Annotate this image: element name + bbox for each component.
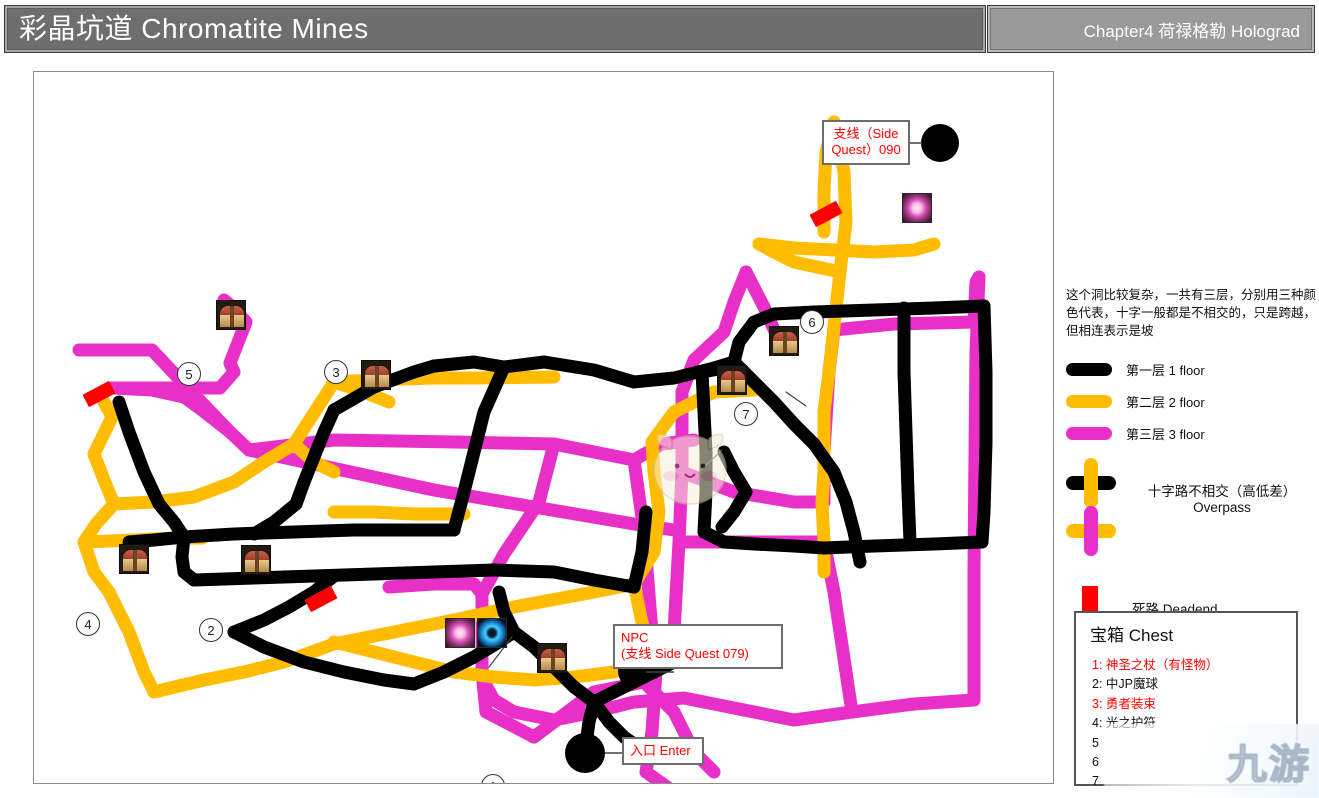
chest-marker-4[interactable] [119, 544, 149, 574]
floor3-label: 第三层 3 floor [1126, 426, 1205, 442]
legend-item-overpass: 十字路不相交（高低差） Overpass [1066, 458, 1316, 568]
legend-panel: 这个洞比较复杂，一共有三层，分别用三种颜色代表，十字一般都是不相交的，只是跨越，… [1066, 286, 1316, 634]
page-root: 彩晶坑道 Chromatite Mines Chapter4 荷禄格勒 Holo… [0, 0, 1319, 798]
callout-side-quest-090[interactable]: 支线（Side Quest）090 [822, 120, 910, 165]
portal-item-icon[interactable] [477, 618, 507, 648]
chapter-bar: Chapter4 荷禄格勒 Holograd [987, 5, 1315, 53]
page-title: 彩晶坑道 Chromatite Mines [19, 13, 369, 44]
chest-list-item-5: 5 [1092, 735, 1099, 750]
legend-item-floor3: 第三层 3 floor [1066, 418, 1316, 448]
map-paths [72, 115, 993, 783]
chest-list-item-1: 1: 神圣之杖（有怪物） [1092, 658, 1219, 672]
chest-marker-3[interactable] [361, 360, 391, 390]
overpass-label-cn: 十字路不相交（高低差） [1147, 484, 1297, 500]
marker-circle-2[interactable]: 2 [199, 618, 223, 642]
map-panel[interactable]: 1 2 3 4 5 6 7 [33, 71, 1054, 784]
chest-marker-2[interactable] [241, 545, 271, 575]
floor2-swatch [1066, 394, 1112, 408]
overpass-cross-black-amber [1066, 458, 1116, 509]
chest-marker-1[interactable] [537, 643, 567, 673]
marker-circle-3[interactable]: 3 [324, 360, 348, 384]
floor3-swatch [1066, 426, 1112, 440]
node-dots [565, 124, 959, 773]
overpass-vertical-magenta [1084, 506, 1098, 557]
floor1-swatch [1066, 362, 1112, 376]
marker-circle-4[interactable]: 4 [76, 612, 100, 636]
floor2-label: 第二层 2 floor [1126, 394, 1205, 410]
chest-marker-7[interactable] [717, 365, 747, 395]
legend-item-floor1: 第一层 1 floor [1066, 354, 1316, 384]
chest-list-title: 宝箱 Chest [1090, 626, 1174, 645]
chest-list-item-4: 4: 光之护符 [1092, 716, 1156, 731]
legend-description: 这个洞比较复杂，一共有三层，分别用三种颜色代表，十字一般都是不相交的，只是跨越，… [1066, 288, 1317, 339]
callout-npc[interactable]: NPC (支线 Side Quest 079) [613, 624, 783, 669]
overpass-cross-amber-magenta [1066, 506, 1116, 557]
callout-enter[interactable]: 入口 Enter [622, 737, 704, 766]
chest-list-item-6: 6 [1092, 754, 1099, 769]
chest-list-box: 宝箱 Chest 1: 神圣之杖（有怪物） 2: 中JP魔球 3: 勇者装束 4… [1074, 611, 1298, 788]
marker-circle-5[interactable]: 5 [177, 362, 201, 386]
overpass-label: 十字路不相交（高低差） Overpass [1132, 480, 1312, 515]
marker-circle-6[interactable]: 6 [800, 310, 824, 334]
floor3-paths [72, 265, 986, 783]
map-title-bar: 彩晶坑道 Chromatite Mines [4, 5, 986, 53]
chest-list: 1: 神圣之杖（有怪物） 2: 中JP魔球 3: 勇者装束 4: 光之护符 5 … [1076, 652, 1296, 792]
legend-item-floor2: 第二层 2 floor [1066, 386, 1316, 416]
floor1-label: 第一层 1 floor [1126, 362, 1205, 378]
chest-marker-6[interactable] [769, 326, 799, 356]
chest-list-item-2: 2: 中JP魔球 [1092, 677, 1158, 692]
chest-marker-5[interactable] [216, 300, 246, 330]
orb-item-icon-north[interactable] [902, 193, 932, 223]
chapter-label: Chapter4 荷禄格勒 Holograd [1083, 21, 1300, 41]
orb-item-icon[interactable] [445, 618, 475, 648]
marker-circle-7[interactable]: 7 [734, 402, 758, 426]
chest-list-item-7: 7 [1092, 774, 1099, 789]
overpass-vertical-amber [1084, 458, 1098, 509]
overpass-label-en: Overpass [1193, 500, 1251, 516]
chest-list-item-3: 3: 勇者装束 [1092, 696, 1156, 711]
